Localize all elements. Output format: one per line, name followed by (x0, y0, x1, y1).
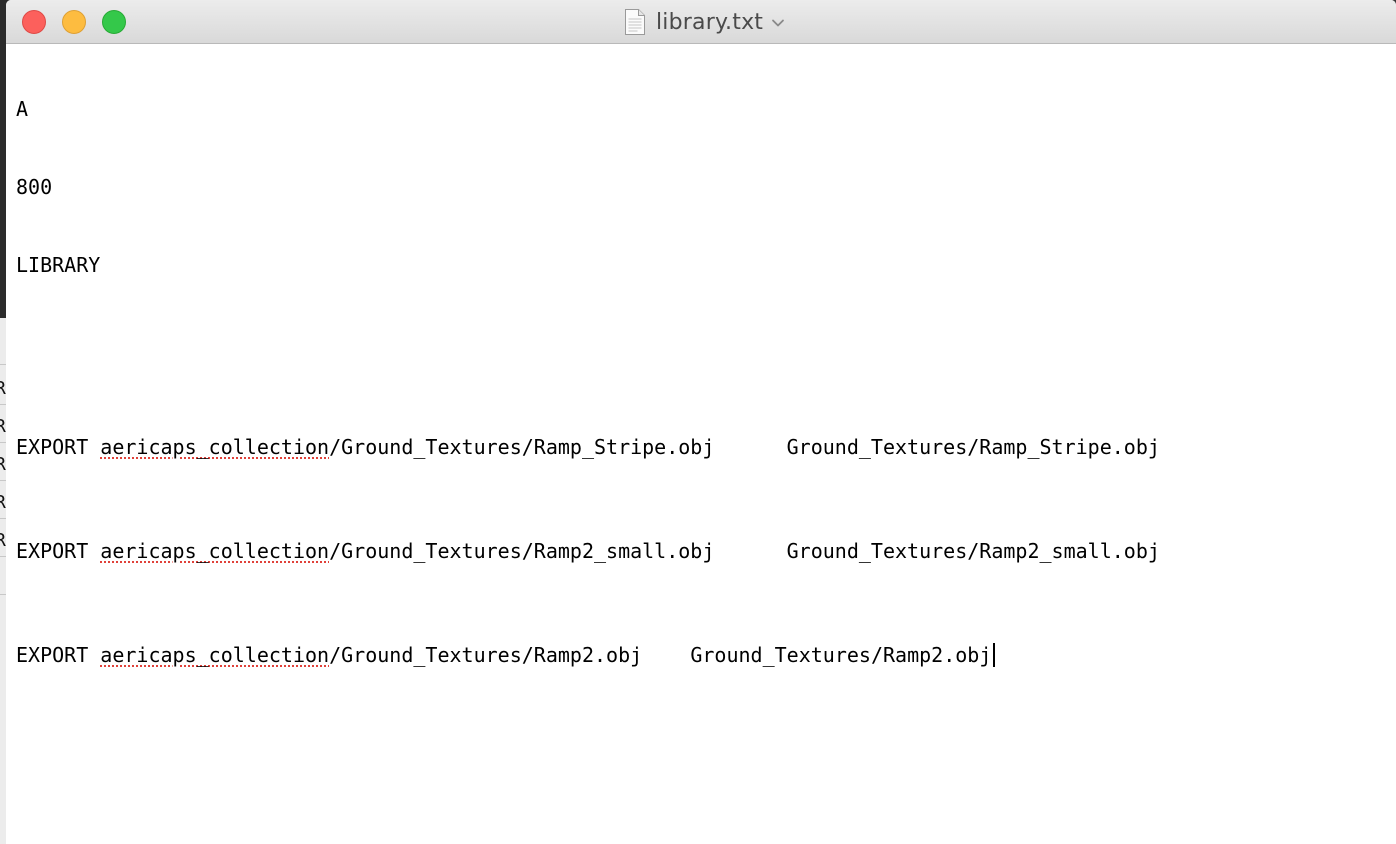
document-text[interactable]: A 800 LIBRARY EXPORT aericaps_collection… (16, 44, 1160, 720)
text-line-empty (16, 330, 1160, 356)
export-target-path: Ground_Textures/Ramp2_small.obj (786, 539, 1160, 563)
minimize-button[interactable] (62, 10, 86, 34)
export-source-path: /Ground_Textures/Ramp2_small.obj (329, 539, 715, 563)
export-source-path: /Ground_Textures/Ramp2.obj (329, 643, 643, 667)
text-editor[interactable]: A 800 LIBRARY EXPORT aericaps_collection… (6, 44, 1396, 844)
misspelled-word[interactable]: aericaps_collection (100, 643, 329, 667)
window-title: library.txt (656, 9, 764, 35)
text-line: 800 (16, 175, 53, 199)
export-source-path: /Ground_Textures/Ramp_Stripe.obj (329, 435, 715, 459)
export-line: EXPORT aericaps_collection/Ground_Textur… (16, 434, 1160, 460)
export-line: EXPORT aericaps_collection/Ground_Textur… (16, 642, 1160, 668)
window-title-group[interactable]: library.txt (624, 7, 785, 37)
export-keyword: EXPORT (16, 643, 101, 667)
background-text: R (0, 492, 6, 513)
title-bar[interactable]: library.txt (6, 0, 1396, 44)
export-target-path: Ground_Textures/Ramp2.obj (690, 643, 992, 667)
export-line: EXPORT aericaps_collection/Ground_Textur… (16, 538, 1160, 564)
misspelled-word[interactable]: aericaps_collection (100, 435, 329, 459)
background-text: R (0, 454, 6, 475)
background-text: R (0, 378, 6, 399)
export-target-path: Ground_Textures/Ramp_Stripe.obj (786, 435, 1160, 459)
zoom-button[interactable] (102, 10, 126, 34)
text-line: A (16, 97, 29, 121)
textedit-window: library.txt A 800 LIBRARY EXPORT aericap… (6, 0, 1396, 844)
background-text: R (0, 416, 6, 437)
document-icon (625, 9, 645, 35)
export-keyword: EXPORT (16, 435, 101, 459)
export-keyword: EXPORT (16, 539, 101, 563)
background-text: R (0, 530, 6, 551)
misspelled-word[interactable]: aericaps_collection (100, 539, 329, 563)
text-caret (993, 643, 996, 667)
chevron-down-icon[interactable] (771, 18, 785, 28)
close-button[interactable] (22, 10, 46, 34)
text-line: LIBRARY (16, 253, 101, 277)
